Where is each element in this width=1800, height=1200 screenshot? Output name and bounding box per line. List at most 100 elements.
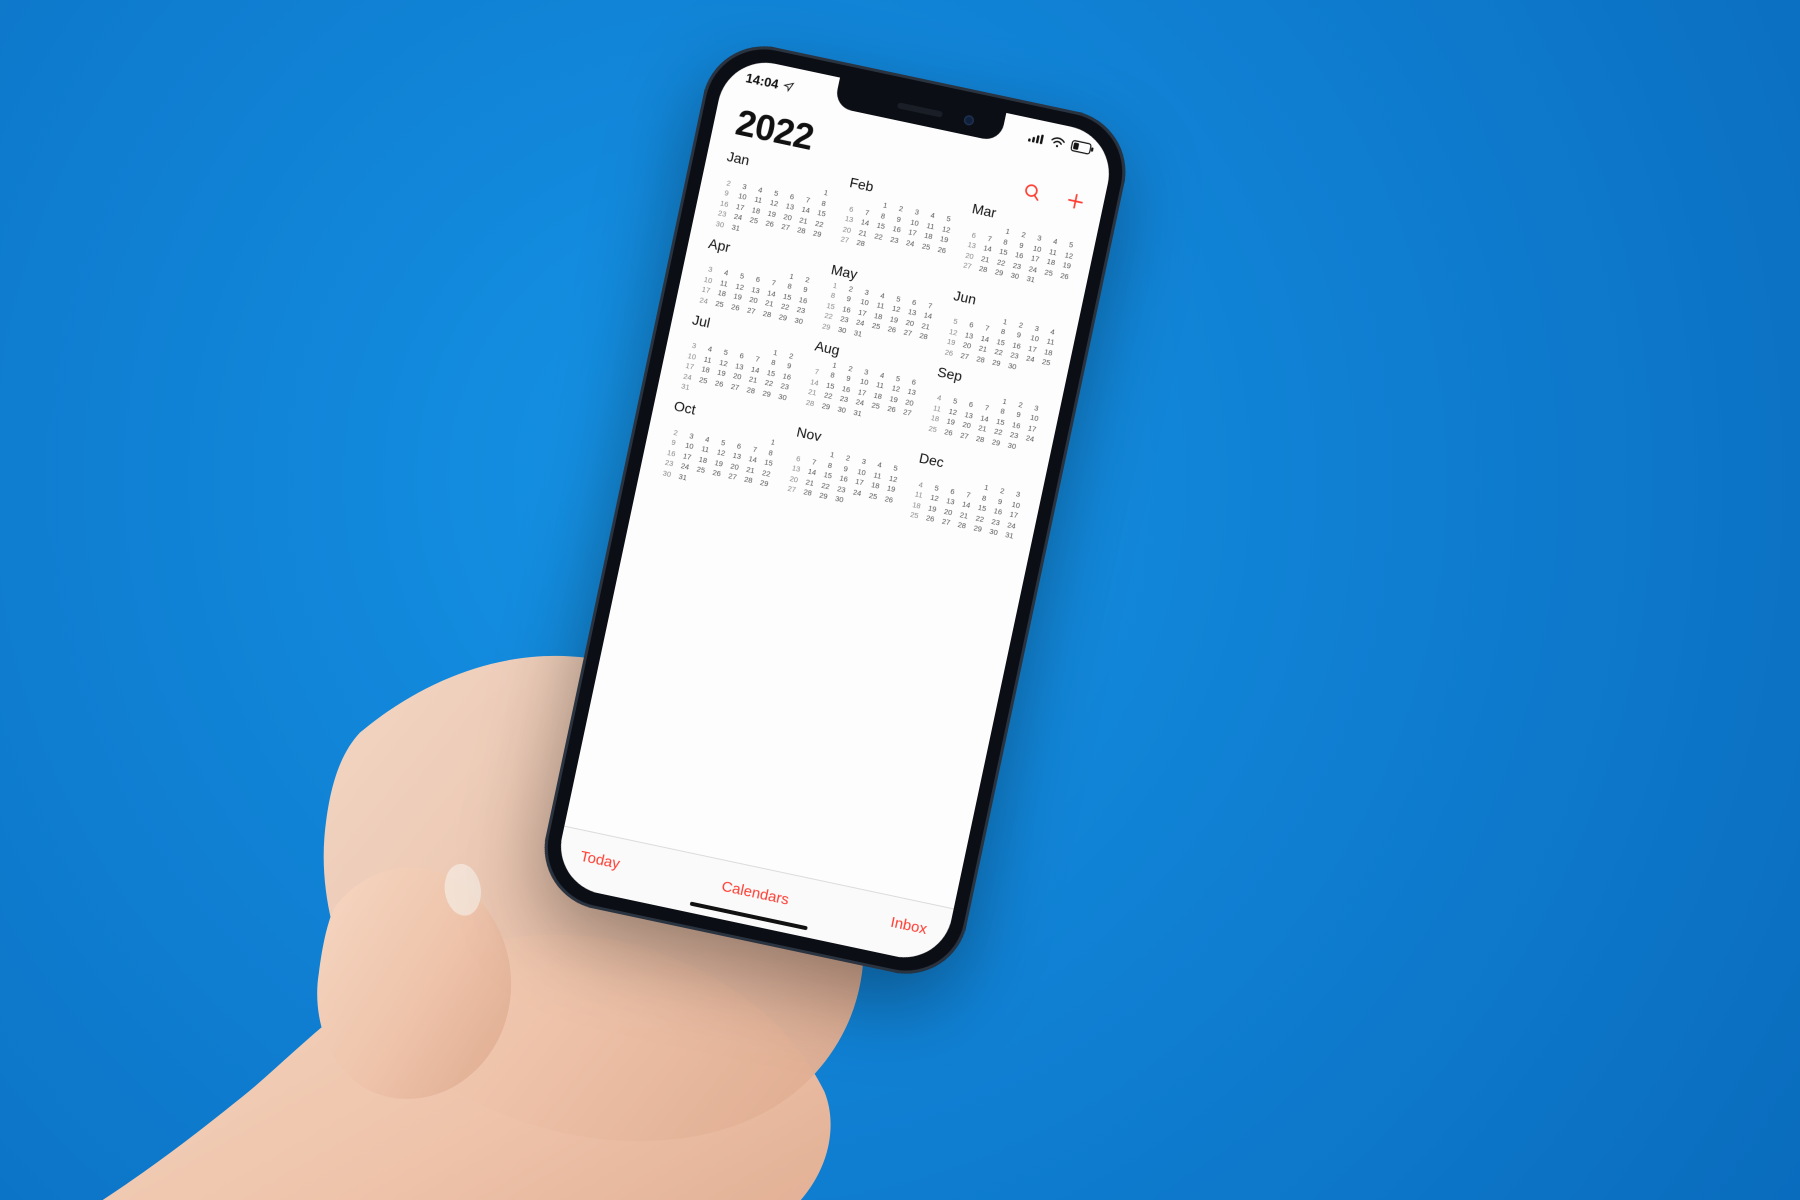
day-cell[interactable]: 26 bbox=[881, 493, 897, 505]
day-cell[interactable]: 29 bbox=[818, 400, 834, 412]
day-cell[interactable]: 28 bbox=[741, 474, 757, 486]
day-cell[interactable]: 31 bbox=[1002, 529, 1018, 541]
day-cell[interactable]: 26 bbox=[884, 324, 900, 336]
day-cell[interactable]: 31 bbox=[678, 381, 694, 393]
day-cell[interactable]: 31 bbox=[1023, 273, 1039, 285]
day-cell[interactable]: 30 bbox=[986, 526, 1002, 538]
day-cell[interactable]: 22 bbox=[871, 230, 887, 242]
day-cell[interactable]: 26 bbox=[1057, 270, 1073, 282]
calendars-button[interactable]: Calendars bbox=[720, 877, 790, 908]
day-cell[interactable]: 27 bbox=[938, 516, 954, 528]
inbox-button[interactable]: Inbox bbox=[889, 913, 928, 937]
day-cell[interactable]: 29 bbox=[775, 311, 791, 323]
month-sep[interactable]: Sep1234567891011121314151617181920212223… bbox=[923, 363, 1049, 465]
day-cell[interactable]: 30 bbox=[712, 218, 728, 230]
day-cell[interactable]: 26 bbox=[934, 244, 950, 256]
day-cell[interactable]: 24 bbox=[1023, 353, 1039, 365]
day-cell[interactable]: 31 bbox=[850, 327, 866, 339]
day-cell[interactable]: 26 bbox=[728, 301, 744, 313]
day-cell[interactable]: 25 bbox=[693, 464, 709, 476]
day-cell[interactable]: 30 bbox=[831, 493, 847, 505]
day-cell[interactable]: 30 bbox=[834, 403, 850, 415]
day-cell[interactable]: 25 bbox=[868, 400, 884, 412]
day-cell[interactable]: 31 bbox=[850, 407, 866, 419]
day-cell[interactable]: 30 bbox=[834, 324, 850, 336]
day-cell[interactable]: 31 bbox=[675, 471, 691, 483]
day-cell[interactable]: 27 bbox=[957, 350, 973, 362]
day-cell[interactable]: 30 bbox=[775, 391, 791, 403]
day-cell[interactable]: 27 bbox=[727, 381, 743, 393]
day-cell[interactable]: 28 bbox=[973, 353, 989, 365]
day-cell[interactable]: 29 bbox=[809, 228, 825, 240]
day-cell[interactable]: 28 bbox=[853, 237, 869, 249]
day-cell[interactable]: 24 bbox=[1022, 433, 1038, 445]
add-event-icon[interactable] bbox=[1064, 189, 1088, 213]
day-cell[interactable]: 24 bbox=[696, 294, 712, 306]
day-cell[interactable]: 25 bbox=[746, 214, 762, 226]
day-cell[interactable]: 27 bbox=[960, 260, 976, 272]
day-cell[interactable]: 28 bbox=[800, 487, 816, 499]
month-aug[interactable]: Aug1234567891011121314151617181920212223… bbox=[800, 337, 926, 439]
day-cell[interactable]: 29 bbox=[756, 477, 772, 489]
day-cell[interactable]: 28 bbox=[759, 308, 775, 320]
year-grid[interactable]: Jan1234567891011121314151617181920212223… bbox=[564, 138, 1099, 908]
search-icon[interactable] bbox=[1021, 180, 1045, 204]
month-may[interactable]: May1234567891011121314151617181920212223… bbox=[819, 261, 942, 353]
day-cell[interactable]: 29 bbox=[988, 436, 1004, 448]
day-cell[interactable]: 25 bbox=[925, 423, 941, 435]
day-cell[interactable]: 26 bbox=[941, 346, 957, 358]
month-mar[interactable]: Mar1234567891011121314151617181920212223… bbox=[957, 200, 1083, 302]
day-cell[interactable]: 25 bbox=[868, 320, 884, 332]
day-cell[interactable]: 29 bbox=[816, 490, 832, 502]
day-cell[interactable]: 27 bbox=[837, 234, 853, 246]
today-button[interactable]: Today bbox=[579, 847, 622, 872]
day-cell[interactable]: 27 bbox=[900, 407, 916, 419]
day-cell[interactable]: 26 bbox=[941, 426, 957, 438]
month-jan[interactable]: Jan1234567891011121314151617181920212223… bbox=[712, 148, 838, 250]
day-cell[interactable]: 27 bbox=[957, 429, 973, 441]
day-cell[interactable]: 30 bbox=[791, 314, 807, 326]
month-feb[interactable]: Feb1234567891011121314151617181920212223… bbox=[835, 174, 961, 276]
day-cell[interactable]: 28 bbox=[743, 384, 759, 396]
day-cell[interactable]: 27 bbox=[743, 304, 759, 316]
day-cell[interactable]: 28 bbox=[794, 225, 810, 237]
day-cell[interactable]: 25 bbox=[712, 298, 728, 310]
day-cell[interactable]: 26 bbox=[762, 218, 778, 230]
day-cell[interactable]: 30 bbox=[1004, 440, 1020, 452]
day-cell[interactable]: 27 bbox=[784, 483, 800, 495]
day-cell[interactable]: 29 bbox=[989, 356, 1005, 368]
day-cell[interactable]: 29 bbox=[819, 320, 835, 332]
day-cell[interactable]: 28 bbox=[975, 263, 991, 275]
month-jun[interactable]: Jun1234567891011121314151617181920212223… bbox=[941, 287, 1064, 379]
day-cell[interactable]: 30 bbox=[1007, 270, 1023, 282]
day-cell[interactable]: 29 bbox=[970, 523, 986, 535]
day-cell[interactable]: 31 bbox=[728, 221, 744, 233]
day-cell[interactable]: 25 bbox=[865, 490, 881, 502]
month-nov[interactable]: Nov1234567891011121314151617181920212223… bbox=[782, 424, 908, 526]
day-cell[interactable]: 25 bbox=[1041, 266, 1057, 278]
month-oct[interactable]: Oct1234567891011121314151617181920212223… bbox=[659, 397, 785, 499]
day-cell[interactable]: 29 bbox=[759, 387, 775, 399]
month-jul[interactable]: Jul1234567891011121314151617181920212223… bbox=[678, 311, 804, 413]
day-cell[interactable]: 24 bbox=[849, 486, 865, 498]
day-cell[interactable]: 28 bbox=[972, 433, 988, 445]
day-cell[interactable]: 25 bbox=[918, 240, 934, 252]
day-cell[interactable]: 26 bbox=[884, 403, 900, 415]
day-cell[interactable]: 30 bbox=[659, 467, 675, 479]
month-dec[interactable]: Dec1234567891011121314151617181920212223… bbox=[904, 450, 1030, 552]
day-cell[interactable]: 27 bbox=[725, 471, 741, 483]
month-apr[interactable]: Apr1234567891011121314151617181920212223… bbox=[696, 235, 819, 327]
day-cell[interactable]: 26 bbox=[709, 467, 725, 479]
day-cell[interactable]: 28 bbox=[802, 397, 818, 409]
day-cell[interactable]: 25 bbox=[1038, 356, 1054, 368]
day-cell[interactable]: 28 bbox=[954, 519, 970, 531]
day-cell[interactable]: 25 bbox=[907, 509, 923, 521]
day-cell[interactable]: 24 bbox=[902, 237, 918, 249]
day-cell[interactable]: 27 bbox=[778, 221, 794, 233]
day-cell[interactable]: 27 bbox=[900, 327, 916, 339]
day-cell[interactable]: 23 bbox=[887, 234, 903, 246]
day-cell[interactable]: 25 bbox=[696, 374, 712, 386]
day-cell[interactable]: 28 bbox=[916, 330, 932, 342]
day-cell[interactable]: 26 bbox=[711, 377, 727, 389]
day-cell[interactable]: 26 bbox=[922, 513, 938, 525]
